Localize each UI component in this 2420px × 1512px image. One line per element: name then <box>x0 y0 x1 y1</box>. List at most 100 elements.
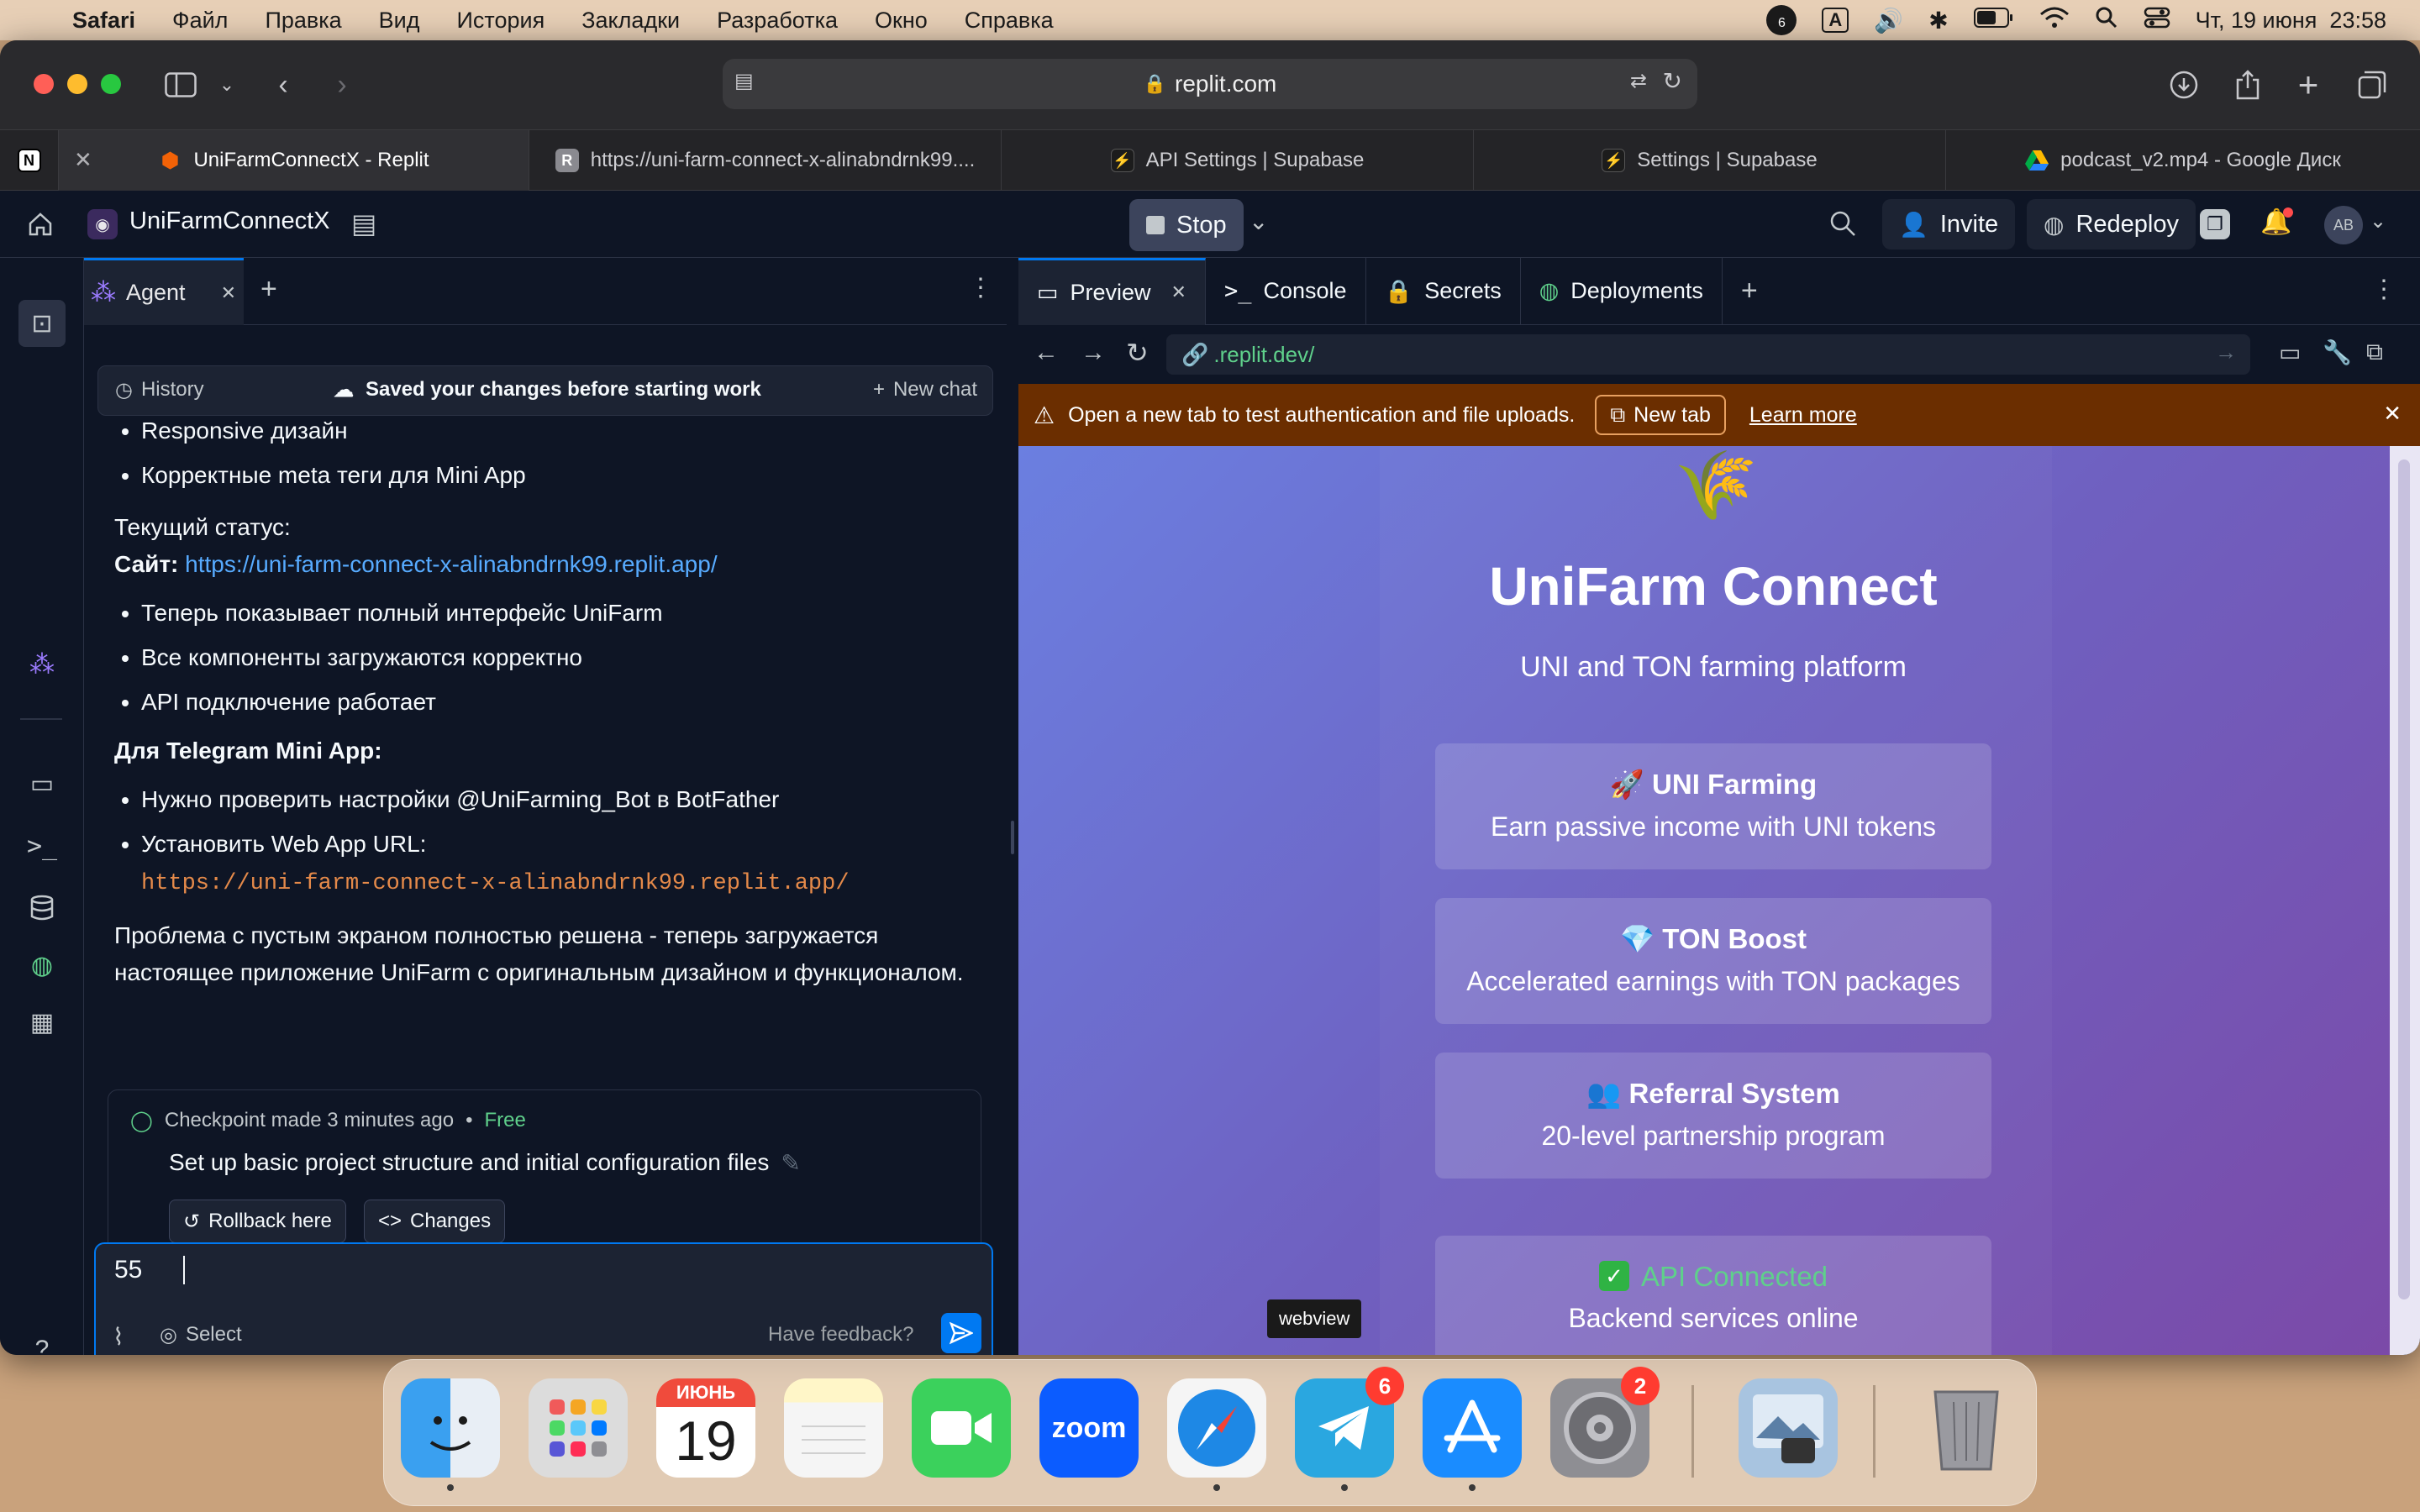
forward-arrow-icon[interactable]: › <box>321 64 363 106</box>
add-tab-plus-icon[interactable]: + <box>260 273 277 306</box>
preview-url-field[interactable]: 🔗 .replit.dev/ → <box>1166 334 2250 375</box>
volume-icon[interactable]: 🔊 <box>1874 7 1903 34</box>
spotlight-search-icon[interactable] <box>2095 6 2118 35</box>
tab-replit[interactable]: ✕ ⬢ UniFarmConnectX - Replit <box>59 130 529 191</box>
menu-develop[interactable]: Разработка <box>698 8 856 34</box>
preview-app-icon[interactable] <box>1739 1378 1838 1478</box>
close-tab-icon[interactable]: ✕ <box>1171 281 1186 303</box>
close-window-button[interactable] <box>34 74 54 94</box>
tab-overview-icon[interactable] <box>2351 64 2393 106</box>
new-tab-plus-icon[interactable]: + <box>2287 64 2329 106</box>
reload-icon[interactable]: ↻ <box>1126 337 1149 369</box>
more-options-icon[interactable]: ⋮ <box>2371 275 2396 304</box>
invite-button[interactable]: 👤 Invite <box>1882 199 2016 249</box>
minimize-window-button[interactable] <box>67 74 87 94</box>
stop-button[interactable]: Stop <box>1129 199 1244 251</box>
learn-more-link[interactable]: Learn more <box>1749 403 1857 428</box>
forward-arrow-icon[interactable]: → <box>1081 339 1106 367</box>
home-icon[interactable] <box>24 207 57 241</box>
search-icon[interactable] <box>1828 209 1857 242</box>
redeploy-button[interactable]: ◍ Redeploy <box>2027 199 2196 249</box>
close-tab-icon[interactable]: ✕ <box>74 147 92 173</box>
tab-secrets[interactable]: 🔒 Secrets <box>1366 257 1521 325</box>
preview-monitor-icon[interactable]: ▭ <box>18 760 66 807</box>
translate-icon[interactable]: ⇄ <box>1630 69 1647 93</box>
edit-pencil-icon[interactable]: ✎ <box>781 1149 800 1177</box>
tab-settings-supabase[interactable]: ⚡ Settings | Supabase <box>1474 130 1946 191</box>
run-options-chevron-icon[interactable]: ⌄ <box>1249 207 1268 235</box>
project-name[interactable]: UniFarmConnectX <box>129 207 330 235</box>
devtools-wrench-icon[interactable]: 🔧 <box>2323 339 2352 366</box>
tab-google-drive[interactable]: podcast_v2.mp4 - Google Диск <box>1946 130 2420 191</box>
go-arrow-icon[interactable]: → <box>2215 339 2237 365</box>
all-tools-grid-icon[interactable]: ▦ <box>18 999 66 1046</box>
help-icon[interactable]: ? <box>18 1326 66 1355</box>
user-avatar[interactable]: AB <box>2324 206 2363 244</box>
tab-agent[interactable]: ⁂ Agent ✕ <box>84 258 244 325</box>
agent-input-field[interactable]: 55 <box>114 1256 142 1284</box>
menu-history[interactable]: История <box>439 8 564 34</box>
sidebar-toggle-icon[interactable] <box>160 64 202 106</box>
console-icon[interactable]: >_ <box>18 822 66 869</box>
status-app-icon[interactable]: 6 <box>1766 5 1797 35</box>
back-arrow-icon[interactable]: ‹ <box>262 64 304 106</box>
pinned-tab-notion[interactable]: N <box>0 130 59 191</box>
resize-handle[interactable] <box>1011 821 1014 854</box>
facetime-icon[interactable] <box>912 1378 1011 1478</box>
new-chat-button[interactable]: + New chat <box>873 378 977 402</box>
address-bar[interactable]: ▤ 🔒 replit.com ⇄ ↻ <box>723 59 1697 109</box>
bluetooth-icon[interactable]: ✱ <box>1928 7 1948 34</box>
menu-app-name[interactable]: Safari <box>54 8 154 34</box>
notes-icon[interactable] <box>784 1378 883 1478</box>
device-preview-icon[interactable]: ▭ <box>2279 339 2301 366</box>
menu-file[interactable]: Файл <box>154 8 246 34</box>
workspace-menu-icon[interactable]: ▤ <box>351 207 376 239</box>
deployments-icon[interactable]: ◍ <box>18 942 66 989</box>
close-banner-icon[interactable]: ✕ <box>2383 401 2402 427</box>
new-tab-button[interactable]: ⧉ New tab <box>1595 395 1726 435</box>
open-external-icon[interactable]: ⧉ <box>2366 339 2383 366</box>
site-link[interactable]: https://uni-farm-connect-x-alinabndrnk99… <box>185 551 717 577</box>
menu-view[interactable]: Вид <box>360 8 439 34</box>
safari-icon[interactable] <box>1167 1378 1266 1478</box>
back-arrow-icon[interactable]: ← <box>1034 339 1059 367</box>
trash-icon[interactable] <box>1917 1378 2016 1478</box>
tab-console[interactable]: >_ Console <box>1206 257 1366 325</box>
menu-help[interactable]: Справка <box>946 8 1072 34</box>
finder-icon[interactable] <box>401 1378 500 1478</box>
battery-icon[interactable] <box>1973 7 2014 34</box>
send-button[interactable] <box>941 1313 981 1353</box>
zoom-window-button[interactable] <box>101 74 121 94</box>
attach-paperclip-icon[interactable]: ⌇ <box>113 1323 124 1351</box>
menu-window[interactable]: Окно <box>856 8 946 34</box>
history-button[interactable]: ◷ History <box>115 378 204 402</box>
share-icon[interactable] <box>2227 64 2269 106</box>
page-menu-icon[interactable]: ▤ <box>734 69 754 93</box>
system-settings-icon[interactable]: 2 <box>1550 1367 1660 1478</box>
close-tab-icon[interactable]: ✕ <box>221 282 236 304</box>
agent-input-box[interactable]: 55 ⌇ ◎ Select Have feedback? <box>94 1242 993 1355</box>
menubar-clock[interactable]: Чт, 19 июня 23:58 <box>2196 8 2386 34</box>
changes-button[interactable]: <> Changes <box>364 1200 506 1243</box>
tab-api-settings[interactable]: ⚡ API Settings | Supabase <box>1002 130 1474 191</box>
feedback-link[interactable]: Have feedback? <box>768 1323 913 1347</box>
preview-scrollbar[interactable] <box>2390 446 2420 1355</box>
select-element-button[interactable]: ◎ Select <box>160 1323 242 1347</box>
database-icon[interactable] <box>18 885 66 932</box>
zoom-icon[interactable]: zoom <box>1039 1378 1139 1478</box>
calendar-icon[interactable]: ИЮНЬ 19 <box>656 1378 755 1478</box>
telegram-icon[interactable]: 6 <box>1295 1367 1404 1478</box>
more-options-icon[interactable]: ⋮ <box>968 273 993 302</box>
tab-deployments[interactable]: ◍ Deployments <box>1521 257 1723 325</box>
tab-preview[interactable]: ▭ Preview ✕ <box>1018 257 1206 325</box>
control-center-icon[interactable] <box>2144 6 2170 35</box>
add-tab-plus-icon[interactable]: + <box>1723 258 1776 325</box>
notifications-bell-icon[interactable]: 🔔 <box>2260 207 2294 237</box>
account-chevron-icon[interactable]: ⌄ <box>2370 209 2386 234</box>
input-source-icon[interactable]: A <box>1822 8 1849 33</box>
file-tree-icon[interactable]: ⊡ <box>18 300 66 347</box>
app-store-icon[interactable] <box>1423 1378 1522 1478</box>
reload-icon[interactable]: ↻ <box>1663 67 1682 95</box>
panel-resize-divider[interactable] <box>1007 258 1018 1355</box>
rollback-button[interactable]: ↺ Rollback here <box>169 1200 346 1243</box>
